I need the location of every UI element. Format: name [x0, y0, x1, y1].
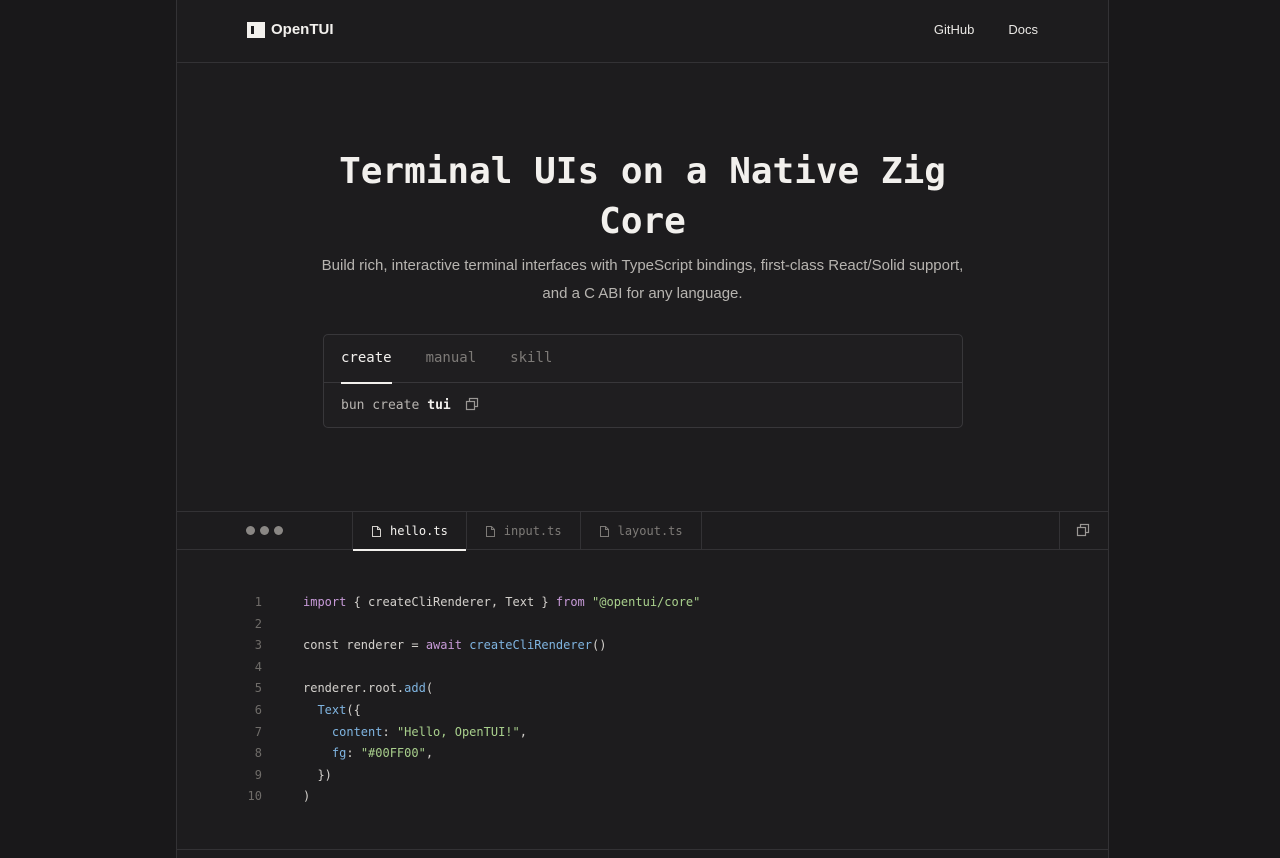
code-token: createCliRenderer	[469, 638, 593, 653]
copy-icon[interactable]	[465, 397, 481, 413]
file-icon	[485, 525, 496, 538]
code-editor: hello.ts input.ts layout.ts 1 import {c…	[177, 511, 1108, 850]
window-dot	[246, 526, 255, 535]
code-line: 2	[177, 614, 1108, 636]
code-token: )	[303, 789, 311, 804]
code-body: 1 import { createCliRenderer, Text } from…	[177, 592, 1108, 808]
code-text: renderer.root.add(	[303, 678, 433, 700]
code-token: renderer.root.	[303, 681, 405, 696]
code-line: 6 Text({	[177, 700, 1108, 722]
code-token: :	[382, 724, 397, 739]
line-number: 5	[254, 681, 262, 696]
line-number: 3	[254, 638, 262, 653]
code-token: content	[331, 724, 383, 739]
line-number: 6	[254, 702, 262, 717]
code-line: 1 import { createCliRenderer, Text } from…	[177, 592, 1108, 614]
tab-input-ts[interactable]: input.ts	[465, 512, 580, 550]
code-token: ({	[346, 702, 361, 717]
copy-code-button[interactable]	[1059, 512, 1108, 550]
code-token: ()	[592, 638, 607, 653]
code-token: fg	[331, 746, 347, 761]
install-box: create manual skill bun create tui	[323, 334, 963, 428]
code-text: const renderer = await createCliRenderer…	[303, 635, 606, 657]
code-token: from	[555, 595, 585, 609]
file-icon	[371, 525, 382, 538]
line-number: 2	[254, 616, 262, 631]
window-controls	[246, 526, 283, 535]
code-text: Text({	[303, 700, 361, 722]
code-token: (	[425, 681, 434, 696]
code-text: fg: "#00FF00",	[303, 743, 433, 765]
tab-label: input.ts	[503, 524, 562, 538]
code-token: await	[425, 638, 462, 653]
brand-name: OpenTUI	[271, 21, 334, 38]
line-number: 7	[254, 724, 262, 739]
nav-docs-link[interactable]: Docs	[1008, 22, 1038, 37]
code-line: 8 fg: "#00FF00",	[177, 743, 1108, 765]
window-dot	[260, 526, 269, 535]
code-token: "Hello, OpenTUI!"	[396, 724, 520, 739]
line-number: 4	[254, 659, 262, 674]
hero-title: Terminal UIs on a Native Zig Core	[339, 151, 946, 242]
code-line: 9 })	[177, 765, 1108, 787]
brand[interactable]: OpenTUI	[247, 21, 334, 38]
code-line: 4	[177, 657, 1108, 679]
code-line: 3 const renderer = await createCliRendere…	[177, 635, 1108, 657]
code-text: })	[303, 765, 332, 787]
code-text: )	[303, 786, 310, 808]
code-line: 10)	[177, 786, 1108, 808]
copy-icon	[1076, 523, 1092, 539]
top-bar: OpenTUI GitHub Docs	[177, 0, 1108, 63]
code-token: ,	[425, 746, 434, 761]
tab-layout-ts[interactable]: layout.ts	[579, 512, 702, 550]
code-token: :	[346, 746, 361, 761]
file-tabs: hello.ts input.ts layout.ts	[352, 512, 702, 551]
line-number: 10	[247, 789, 262, 804]
code-token: import	[303, 595, 347, 609]
code-token: Text	[317, 702, 347, 717]
line-number: 9	[254, 767, 262, 782]
code-text: import { createCliRenderer, Text } from …	[303, 592, 700, 614]
code-token: "@opentui/core"	[592, 595, 701, 609]
code-token: })	[303, 767, 332, 782]
editor-toolbar: hello.ts input.ts layout.ts	[177, 512, 1108, 551]
install-command: bun create tui	[341, 397, 481, 413]
code-line: 7 content: "Hello, OpenTUI!",	[177, 722, 1108, 744]
logo-icon	[247, 21, 265, 38]
tab-manual[interactable]: manual	[426, 335, 477, 383]
file-icon	[599, 525, 610, 538]
hero-subtitle: Build rich, interactive terminal interfa…	[321, 257, 964, 302]
code-token: add	[404, 681, 426, 696]
install-tabs: create manual skill	[324, 335, 962, 384]
line-number: 1	[254, 595, 262, 609]
tab-label: layout.ts	[617, 524, 683, 538]
top-nav: GitHub Docs	[934, 22, 1038, 37]
tab-hello-ts[interactable]: hello.ts	[352, 512, 466, 551]
code-token: { createCliRenderer, Text }	[346, 595, 556, 609]
code-token: ,	[519, 724, 527, 739]
tab-skill[interactable]: skill	[510, 335, 552, 383]
nav-github-link[interactable]: GitHub	[934, 22, 974, 37]
window-dot	[274, 526, 283, 535]
command-arg: tui	[427, 397, 451, 413]
line-number: 8	[254, 746, 262, 761]
code-text: content: "Hello, OpenTUI!",	[303, 722, 527, 744]
command-prefix: bun create	[341, 397, 420, 413]
code-token: "#00FF00"	[360, 746, 426, 761]
tab-create[interactable]: create	[341, 335, 392, 384]
tab-label: hello.ts	[390, 524, 448, 538]
code-line: 5 renderer.root.add(	[177, 678, 1108, 700]
code-token: const renderer =	[303, 638, 426, 653]
page-frame: OpenTUI GitHub Docs Terminal UIs on a Na…	[176, 0, 1109, 858]
